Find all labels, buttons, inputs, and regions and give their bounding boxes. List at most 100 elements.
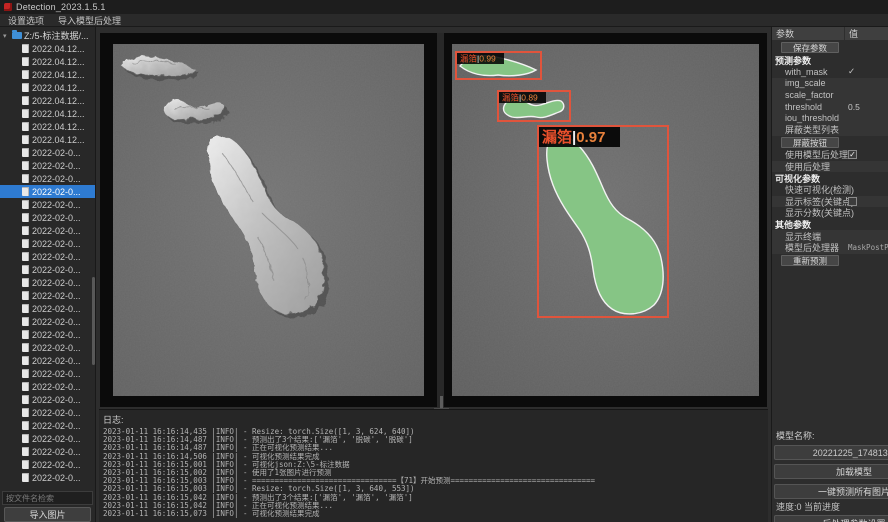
tree-item[interactable]: 2022-02-0... [0,432,95,445]
tree-item-label: 2022-02-0... [32,174,81,184]
tree-item[interactable]: 2022-02-0... [0,393,95,406]
param-row[interactable]: iou_threshold [772,112,888,124]
file-icon [22,239,29,248]
tree-item[interactable]: 2022.04.12... [0,68,95,81]
tree-scrollbar[interactable] [92,277,95,365]
tree-item[interactable]: 2022-02-0... [0,172,95,185]
file-icon [22,395,29,404]
param-label: img_scale [785,78,826,88]
file-icon [22,278,29,287]
folder-icon [12,32,22,39]
tree-item-label: 2022-02-0... [32,239,81,249]
chevron-down-icon: ▾ [3,32,10,40]
tree-item[interactable]: 2022-02-0... [0,471,95,484]
viewer-splitter[interactable] [437,33,444,407]
tree-item-label: 2022-02-0... [32,460,81,470]
original-image-panel[interactable] [100,33,437,407]
checkbox[interactable]: ✓ [848,150,857,159]
param-button[interactable]: 保存参数 [781,42,839,53]
tree-item[interactable]: 2022-02-0... [0,406,95,419]
predict-all-button[interactable]: 一键预测所有图片 [774,484,888,499]
tree-item[interactable]: 2022.04.12... [0,107,95,120]
tree-item[interactable]: 2022-02-0... [0,237,95,250]
import-image-button[interactable]: 导入图片 [4,507,91,522]
tree-item[interactable]: 2022-02-0... [0,367,95,380]
param-row[interactable]: 快速可视化(检测) [772,184,888,196]
prediction-image-panel[interactable]: 漏箔|0.99 漏箔|0.89 漏箔|0.97 [444,33,767,407]
tree-item[interactable]: 2022-02-0... [0,380,95,393]
log-line: 2023-01-11 16:16:15,073 |INFO| - 可视化预测结果… [99,510,768,518]
tree-item[interactable]: 2022.04.12... [0,133,95,146]
tree-item[interactable]: 2022-02-0... [0,419,95,432]
tree-item-label: 2022-02-0... [32,408,81,418]
file-icon [22,148,29,157]
app-window: Detection_2023.1.5.1 设置选项 导入模型后处理 ▾ Z:/5… [0,0,888,522]
file-icon [22,304,29,313]
tree-item[interactable]: 2022-02-0... [0,289,95,302]
svg-text:漏箔|0.99: 漏箔|0.99 [460,54,496,64]
tree-item-label: 2022-02-0... [32,278,81,288]
menu-import-postprocess[interactable]: 导入模型后处理 [58,14,121,27]
param-row[interactable]: 使用后处理 [772,161,888,173]
tree-item[interactable]: 2022-02-0... [0,198,95,211]
tree-root[interactable]: ▾ Z:/5-标注数据/... [0,29,95,42]
tree-item[interactable]: 2022-02-0... [0,276,95,289]
param-section: 保存参数 [772,41,888,55]
param-row[interactable]: 使用模型后处理✓ [772,149,888,161]
param-row[interactable]: 模型后处理器MaskPostPro... [772,242,888,254]
tree-item[interactable]: 2022.04.12... [0,81,95,94]
tree-item-label: 2022.04.12... [32,109,85,119]
tree-item[interactable]: 2022.04.12... [0,55,95,68]
tree-item[interactable]: 2022-02-0... [0,341,95,354]
model-name-label: 模型名称: [776,429,815,442]
file-icon [22,408,29,417]
log-panel[interactable]: 日志: 2023-01-11 16:16:14,435 |INFO| - Res… [99,409,768,522]
tree-item[interactable]: 2022-02-0... [0,458,95,471]
param-row[interactable]: 显示分数(关键点) [772,207,888,219]
tree-item[interactable]: 2022-02-0... [0,328,95,341]
tree-item[interactable]: 2022-02-0... [0,146,95,159]
tree-item[interactable]: 2022-02-0... [0,159,95,172]
checkbox[interactable] [848,197,857,206]
tree-item[interactable]: 2022.04.12... [0,94,95,107]
tree-item-label: 2022-02-0... [32,317,81,327]
tree-item[interactable]: 2022-02-0... [0,445,95,458]
tree-item[interactable]: 2022-02-0... [0,224,95,237]
tree-item[interactable]: 2022-02-0... [0,315,95,328]
file-tree: ▾ Z:/5-标注数据/... 2022.04.12...2022.04.12.… [0,29,95,489]
tree-root-label: Z:/5-标注数据/... [24,29,89,42]
tree-item[interactable]: 2022.04.12... [0,120,95,133]
param-button[interactable]: 屏蔽按钮 [781,137,839,148]
param-row[interactable]: img_scale [772,78,888,90]
tree-item[interactable]: 2022.04.12... [0,42,95,55]
param-row[interactable]: with_mask✓ [772,66,888,78]
param-row[interactable]: threshold0.5 [772,101,888,113]
param-row[interactable]: scale_factor [772,89,888,101]
file-icon [22,109,29,118]
param-value: MaskPostPro... [848,242,888,254]
params-col-value: 值 [844,27,888,40]
param-row[interactable]: 显示标签(关键点) [772,196,888,208]
load-model-button[interactable]: 加载模型 [774,464,888,479]
param-row[interactable]: 显示终端 [772,230,888,242]
model-name-field[interactable]: 20221225_174813... [774,445,888,460]
param-button[interactable]: 重新预测 [781,255,839,266]
tree-item-label: 2022-02-0... [32,395,81,405]
param-section: 屏蔽按钮 [772,136,888,150]
param-row[interactable]: 屏蔽类型列表 [772,124,888,136]
tree-item-label: 2022-02-0... [32,473,81,483]
file-icon [22,343,29,352]
filename-search-input[interactable] [2,491,93,505]
menu-settings[interactable]: 设置选项 [8,14,44,27]
tree-item[interactable]: 2022-02-0... [0,354,95,367]
file-tree-panel: ▾ Z:/5-标注数据/... 2022.04.12...2022.04.12.… [0,27,96,522]
tree-item[interactable]: 2022-02-0... [0,211,95,224]
file-icon [22,135,29,144]
tree-item[interactable]: 2022-02-0... [0,263,95,276]
tree-item[interactable]: 2022-02-0... [0,302,95,315]
param-label: scale_factor [785,90,834,100]
postprocess-settings-button[interactable]: 后处理参数设置 [774,515,888,522]
tree-item[interactable]: 2022-02-0... [0,185,95,198]
params-header: 参数 值 [772,27,888,40]
tree-item[interactable]: 2022-02-0... [0,250,95,263]
